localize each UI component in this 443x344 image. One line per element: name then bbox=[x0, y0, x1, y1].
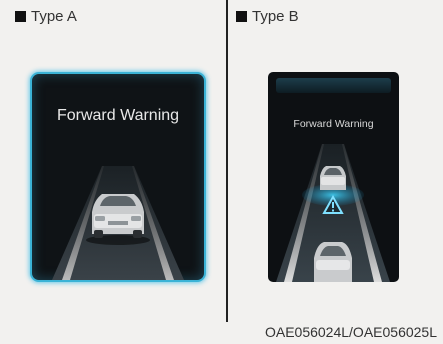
car-icon bbox=[86, 194, 150, 245]
lead-car-icon bbox=[320, 166, 346, 190]
square-icon bbox=[15, 10, 26, 22]
type-b-label: Type B bbox=[236, 5, 299, 27]
road-scene-b bbox=[276, 144, 390, 282]
type-a-display: Forward Warning bbox=[30, 72, 206, 282]
type-b-display: Forward Warning bbox=[268, 72, 399, 282]
road-scene-a bbox=[52, 166, 184, 280]
image-caption: OAE056024L/OAE056025L bbox=[264, 324, 437, 340]
panel-divider bbox=[226, 0, 228, 322]
own-car-icon bbox=[314, 242, 352, 282]
type-b-text: Type B bbox=[252, 7, 299, 25]
type-a-label: Type A bbox=[15, 5, 77, 27]
type-a-text: Type A bbox=[31, 7, 77, 25]
square-icon bbox=[236, 10, 247, 22]
